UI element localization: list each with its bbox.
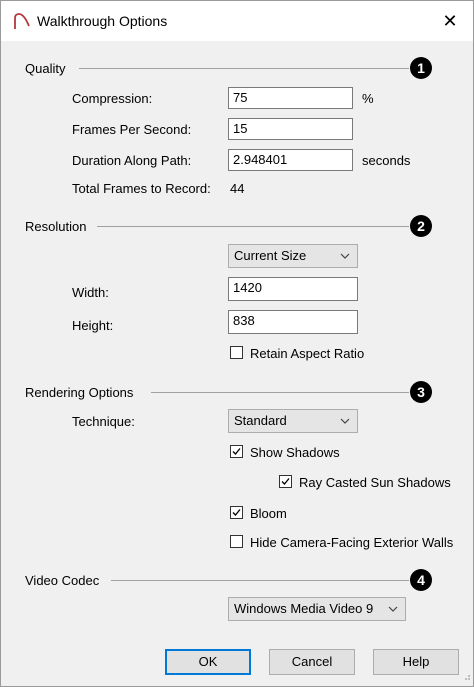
fps-input[interactable]: 15	[228, 118, 353, 140]
rendering-section-title: Rendering Options	[25, 385, 134, 400]
dialog-title: Walkthrough Options	[37, 13, 168, 29]
codec-divider	[111, 580, 409, 581]
title-bar: Walkthrough Options ✕	[1, 1, 473, 41]
total-frames-value: 44	[230, 181, 245, 196]
retain-aspect-checkbox[interactable]	[230, 346, 243, 359]
codec-select[interactable]: Windows Media Video 9	[228, 597, 406, 621]
quality-divider	[79, 68, 409, 69]
technique-select[interactable]: Standard	[228, 409, 358, 433]
width-input[interactable]: 1420	[228, 277, 358, 301]
check-icon	[232, 448, 241, 455]
chevron-down-icon	[339, 248, 351, 268]
callout-badge-4: 4	[410, 569, 432, 591]
compression-label: Compression:	[72, 91, 153, 106]
rendering-divider	[151, 392, 409, 393]
callout-badge-3: 3	[410, 381, 432, 403]
technique-value: Standard	[234, 413, 287, 428]
quality-section-title: Quality	[25, 61, 66, 76]
codec-value: Windows Media Video 9	[234, 601, 374, 616]
show-shadows-checkbox[interactable]	[230, 445, 243, 458]
resolution-size-value: Current Size	[234, 248, 307, 263]
technique-label: Technique:	[72, 414, 135, 429]
check-icon	[232, 509, 241, 516]
hide-walls-label[interactable]: Hide Camera-Facing Exterior Walls	[250, 535, 453, 550]
duration-label: Duration Along Path:	[72, 153, 192, 168]
app-arc-icon	[13, 12, 31, 33]
compression-input[interactable]: 75	[228, 87, 353, 109]
resolution-divider	[97, 226, 409, 227]
help-button[interactable]: Help	[373, 649, 459, 675]
chevron-down-icon	[339, 413, 351, 433]
duration-input[interactable]: 2.948401	[228, 149, 353, 171]
show-shadows-label[interactable]: Show Shadows	[250, 445, 340, 460]
codec-section-title: Video Codec	[25, 573, 100, 588]
bloom-label[interactable]: Bloom	[250, 506, 287, 521]
retain-aspect-label[interactable]: Retain Aspect Ratio	[250, 346, 364, 361]
total-frames-label: Total Frames to Record:	[72, 181, 211, 196]
ray-casted-checkbox[interactable]	[279, 475, 292, 488]
resolution-size-select[interactable]: Current Size	[228, 244, 358, 268]
resize-grip-icon[interactable]	[461, 669, 471, 684]
compression-unit: %	[362, 91, 374, 106]
ray-casted-label[interactable]: Ray Casted Sun Shadows	[299, 475, 451, 490]
walkthrough-options-dialog: Walkthrough Options ✕ Quality 1 Compress…	[0, 0, 474, 687]
bloom-checkbox[interactable]	[230, 506, 243, 519]
cancel-button[interactable]: Cancel	[269, 649, 355, 675]
callout-badge-2: 2	[410, 215, 432, 237]
resolution-section-title: Resolution	[25, 219, 87, 234]
height-input[interactable]: 838	[228, 310, 358, 334]
fps-label: Frames Per Second:	[72, 122, 192, 137]
hide-walls-checkbox[interactable]	[230, 535, 243, 548]
chevron-down-icon	[387, 601, 399, 621]
check-icon	[281, 478, 290, 485]
duration-unit: seconds	[362, 153, 411, 168]
callout-badge-1: 1	[410, 57, 432, 79]
close-icon[interactable]: ✕	[437, 9, 463, 33]
ok-button[interactable]: OK	[165, 649, 251, 675]
width-label: Width:	[72, 285, 109, 300]
height-label: Height:	[72, 318, 114, 333]
